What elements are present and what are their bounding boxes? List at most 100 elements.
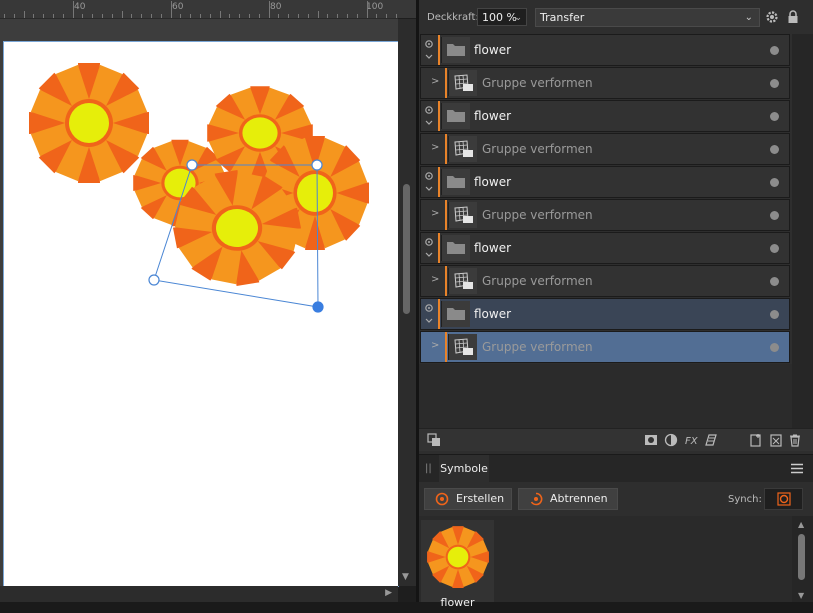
canvas-vertical-scrollbar[interactable]: ▼ <box>398 19 416 586</box>
symbol-tile[interactable]: flower <box>421 520 494 609</box>
opacity-label: Deckkraft: <box>427 12 479 23</box>
layer-row-warp-group[interactable]: > Gruppe verformen <box>420 133 790 165</box>
scroll-up-icon[interactable]: ▲ <box>798 520 804 529</box>
artwork[interactable] <box>0 0 398 586</box>
synch-icon <box>777 492 791 506</box>
layer-name: flower <box>474 307 512 321</box>
flower-shape-1[interactable] <box>29 63 149 183</box>
create-symbol-button[interactable]: Erstellen <box>424 488 512 510</box>
layer-thumbnail <box>448 334 477 360</box>
layer-thumbnail <box>448 70 477 96</box>
chevron-down-icon: ⌄ <box>744 12 753 23</box>
layer-indent <box>421 332 437 362</box>
layers-panel: Deckkraft: 100 % ⌄ Transfer ⌄ flower > Gru… <box>419 0 813 609</box>
layer-indent <box>421 266 437 296</box>
layer-row-flower[interactable]: flower <box>420 166 790 198</box>
symbol-create-icon <box>435 492 449 506</box>
visibility-toggle[interactable] <box>770 211 779 220</box>
opacity-value: 100 % <box>482 11 517 24</box>
layer-options-icon[interactable] <box>421 167 437 197</box>
warp-group-icon <box>454 74 473 91</box>
layer-indent <box>421 200 437 230</box>
fx-icon[interactable]: FX <box>684 433 698 447</box>
scroll-right-icon[interactable]: ▶ <box>385 588 392 598</box>
layer-color-tag <box>438 167 440 197</box>
symbols-scroll-thumb[interactable] <box>798 534 805 580</box>
panel-menu-icon[interactable] <box>791 463 803 474</box>
symbols-scrollbar[interactable]: ▲ ▼ <box>792 516 813 602</box>
layer-list-empty-area[interactable] <box>419 364 792 428</box>
canvas-horizontal-scrollbar[interactable]: ▶ <box>0 586 398 602</box>
create-symbol-label: Erstellen <box>456 492 505 505</box>
visibility-toggle[interactable] <box>770 310 779 319</box>
tab-symbols[interactable]: Symbole <box>439 455 489 483</box>
chevron-down-icon[interactable]: ⌄ <box>514 9 522 27</box>
arrange-layers-icon[interactable] <box>427 433 441 447</box>
layer-thumbnail <box>448 136 477 162</box>
layer-row-flower[interactable]: flower <box>420 100 790 132</box>
layer-thumbnail <box>441 37 470 63</box>
layer-name: Gruppe verformen <box>482 142 593 156</box>
synch-toggle[interactable] <box>764 488 803 510</box>
layer-row-flower[interactable]: flower <box>420 34 790 66</box>
layer-row-flower[interactable]: flower <box>420 232 790 264</box>
visibility-toggle[interactable] <box>770 277 779 286</box>
visibility-toggle[interactable] <box>770 46 779 55</box>
scroll-down-icon[interactable]: ▼ <box>798 591 804 600</box>
add-pixel-layer-icon[interactable] <box>769 433 783 447</box>
layer-thumbnail <box>448 202 477 228</box>
layer-row-warp-group[interactable]: > Gruppe verformen <box>420 331 790 363</box>
visibility-toggle[interactable] <box>770 145 779 154</box>
layer-thumbnail <box>441 169 470 195</box>
blend-mode-select[interactable]: Transfer ⌄ <box>535 8 760 27</box>
live-filter-icon[interactable] <box>704 433 718 447</box>
canvas-vertical-scroll-thumb[interactable] <box>403 184 410 314</box>
layer-row-warp-group[interactable]: > Gruppe verformen <box>420 265 790 297</box>
visibility-toggle[interactable] <box>770 112 779 121</box>
layer-controls <box>421 101 437 131</box>
add-layer-icon[interactable] <box>749 433 763 447</box>
visibility-toggle[interactable] <box>770 178 779 187</box>
opacity-field[interactable]: 100 % ⌄ <box>477 8 527 26</box>
symbols-toolbar: Erstellen Abtrennen Synch: <box>419 482 813 516</box>
warp-handle-bottom-right <box>312 301 324 313</box>
layer-name: flower <box>474 175 512 189</box>
trash-icon[interactable] <box>788 433 802 447</box>
layer-name: Gruppe verformen <box>482 340 593 354</box>
warp-group-icon <box>454 272 473 289</box>
layer-row-warp-group[interactable]: > Gruppe verformen <box>420 199 790 231</box>
status-bar <box>0 602 813 613</box>
lock-icon[interactable] <box>787 10 799 24</box>
layer-panel-scrollbar[interactable] <box>792 34 813 428</box>
detach-symbol-button[interactable]: Abtrennen <box>518 488 618 510</box>
layer-row-warp-group[interactable]: > Gruppe verformen <box>420 67 790 99</box>
layer-thumbnail <box>441 235 470 261</box>
layer-options-icon[interactable] <box>421 101 437 131</box>
layer-name: Gruppe verformen <box>482 274 593 288</box>
layer-options-icon[interactable] <box>421 233 437 263</box>
layer-color-tag <box>438 233 440 263</box>
scroll-down-icon[interactable]: ▼ <box>402 572 409 582</box>
detach-symbol-label: Abtrennen <box>550 492 608 505</box>
svg-text:FX: FX <box>685 436 698 447</box>
visibility-toggle[interactable] <box>770 244 779 253</box>
layer-options-icon[interactable] <box>421 35 437 65</box>
layer-color-tag <box>445 266 447 296</box>
visibility-toggle[interactable] <box>770 79 779 88</box>
adjustment-layer-icon[interactable] <box>664 433 678 447</box>
mask-layer-icon[interactable] <box>644 433 658 447</box>
layer-controls <box>421 233 437 263</box>
gear-icon[interactable] <box>765 10 779 24</box>
panel-grip-icon[interactable]: || <box>425 463 432 474</box>
layer-row-flower[interactable]: flower <box>420 298 790 330</box>
folder-icon <box>447 176 465 188</box>
layer-options-icon[interactable] <box>421 299 437 329</box>
layer-controls <box>421 35 437 65</box>
layer-indent <box>421 68 437 98</box>
visibility-toggle[interactable] <box>770 343 779 352</box>
layer-list[interactable]: flower > Gruppe verformen flower > Gruppe ver… <box>420 34 792 364</box>
warp-group-icon <box>454 338 473 355</box>
layer-toolbar: Deckkraft: 100 % ⌄ Transfer ⌄ <box>419 0 813 34</box>
folder-icon <box>447 308 465 320</box>
symbol-thumbnail <box>427 526 489 588</box>
